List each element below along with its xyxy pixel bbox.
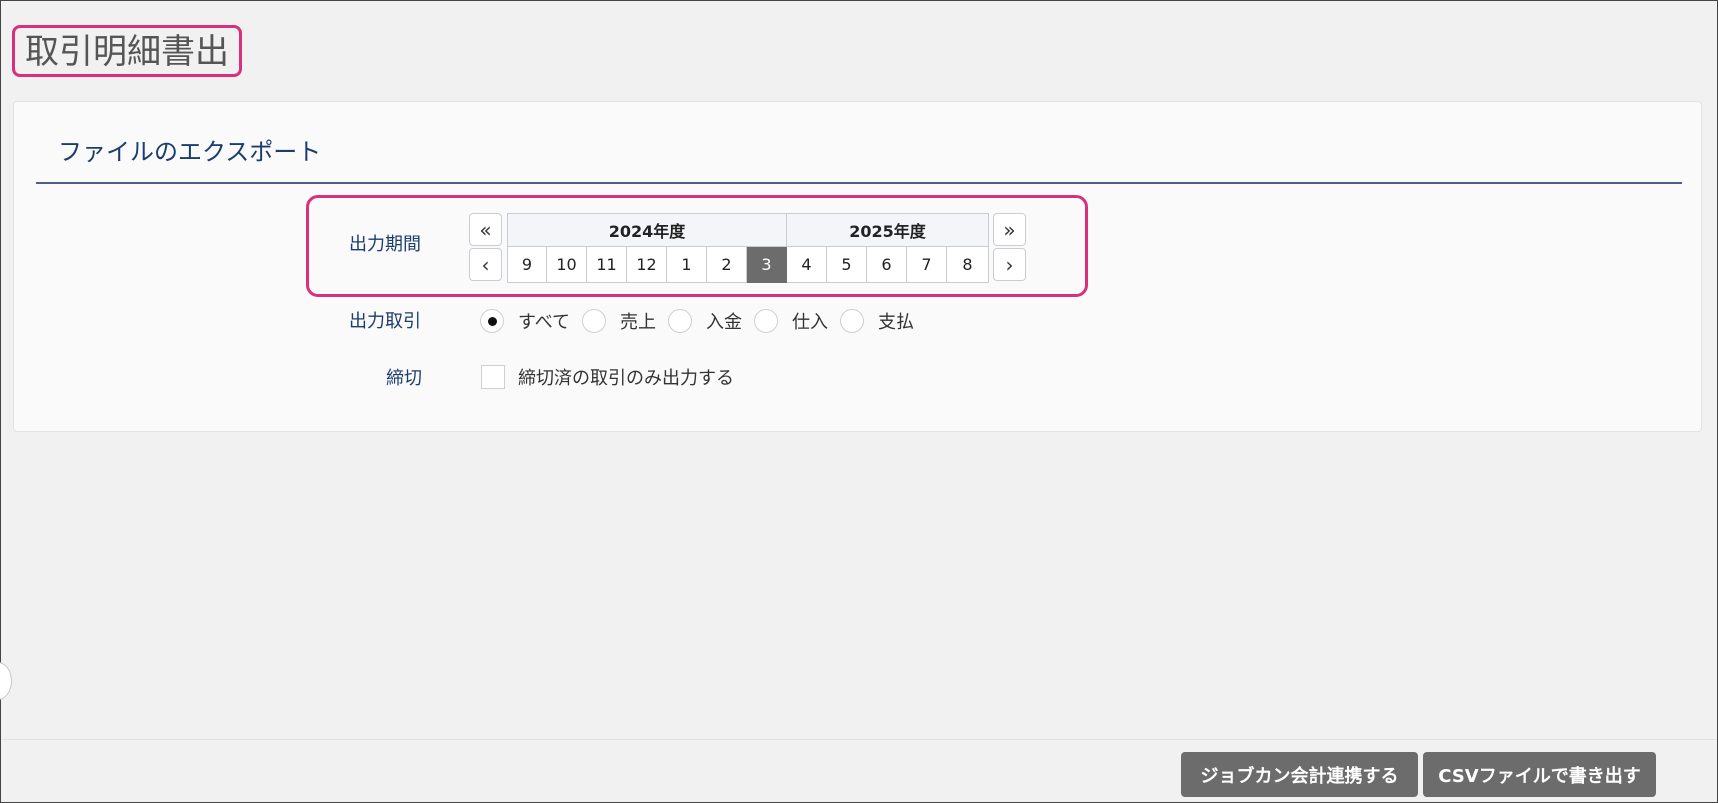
page-title: 取引明細書出 bbox=[12, 25, 242, 77]
closed-only-checkbox[interactable] bbox=[481, 365, 505, 389]
radio-label: 売上 bbox=[620, 312, 657, 333]
first-year-button[interactable]: « bbox=[469, 213, 502, 246]
section-divider bbox=[36, 182, 1682, 184]
year-header-row: 2024年度 2025年度 bbox=[507, 213, 989, 247]
closing-label: 締切 bbox=[386, 368, 422, 389]
radio-label: 入金 bbox=[706, 312, 743, 333]
month-cell-selected[interactable]: 3 bbox=[747, 247, 787, 283]
month-cell[interactable]: 10 bbox=[547, 247, 587, 283]
radio-circle[interactable] bbox=[668, 309, 693, 333]
chevron-left-icon: ‹ bbox=[481, 252, 490, 277]
month-cell[interactable]: 8 bbox=[947, 247, 989, 283]
month-cell[interactable]: 7 bbox=[907, 247, 947, 283]
month-cell[interactable]: 4 bbox=[787, 247, 827, 283]
month-cell[interactable]: 1 bbox=[667, 247, 707, 283]
next-month-button[interactable]: › bbox=[993, 248, 1026, 281]
csv-export-button[interactable]: CSVファイルで書き出す bbox=[1423, 752, 1656, 797]
radio-all[interactable]: すべて bbox=[480, 308, 570, 334]
radio-payment[interactable]: 支払 bbox=[840, 308, 914, 334]
radio-circle[interactable] bbox=[840, 309, 865, 333]
chevron-right-icon: › bbox=[1005, 252, 1014, 277]
export-card: ファイルのエクスポート 出力期間 « ‹ 2024年度 2025年度 9 10 … bbox=[13, 101, 1702, 432]
year-2025: 2025年度 bbox=[787, 213, 989, 247]
radio-label: すべて bbox=[518, 312, 571, 333]
closing-checkbox-row[interactable]: 締切済の取引のみ出力する bbox=[481, 364, 734, 390]
month-row: 9 10 11 12 1 2 3 4 5 6 7 8 bbox=[507, 247, 989, 283]
radio-purchase[interactable]: 仕入 bbox=[754, 308, 828, 334]
transaction-radio-group: すべて 売上 入金 仕入 支払 bbox=[480, 306, 926, 336]
radio-label: 仕入 bbox=[792, 312, 829, 333]
month-cell[interactable]: 9 bbox=[507, 247, 547, 283]
radio-circle[interactable] bbox=[480, 309, 504, 333]
month-cell[interactable]: 2 bbox=[707, 247, 747, 283]
section-title: ファイルのエクスポート bbox=[58, 138, 322, 166]
radio-sales[interactable]: 売上 bbox=[582, 308, 656, 334]
month-cell[interactable]: 12 bbox=[627, 247, 667, 283]
period-label: 出力期間 bbox=[349, 234, 421, 255]
double-chevron-right-icon: » bbox=[1003, 217, 1016, 242]
transaction-label: 出力取引 bbox=[349, 311, 421, 332]
radio-circle[interactable] bbox=[754, 309, 779, 333]
radio-selected-dot bbox=[487, 316, 497, 326]
year-2024: 2024年度 bbox=[507, 213, 787, 247]
radio-label: 支払 bbox=[878, 312, 915, 333]
radio-receipt[interactable]: 入金 bbox=[668, 308, 742, 334]
footer-divider bbox=[1, 739, 1717, 740]
prev-month-button[interactable]: ‹ bbox=[469, 248, 502, 281]
last-year-button[interactable]: » bbox=[993, 213, 1026, 246]
jobcan-link-button[interactable]: ジョブカン会計連携する bbox=[1181, 752, 1418, 797]
month-cell[interactable]: 11 bbox=[587, 247, 627, 283]
double-chevron-left-icon: « bbox=[479, 217, 492, 242]
month-cell[interactable]: 5 bbox=[827, 247, 867, 283]
checkbox-label: 締切済の取引のみ出力する bbox=[518, 368, 734, 389]
month-cell[interactable]: 6 bbox=[867, 247, 907, 283]
radio-circle[interactable] bbox=[582, 309, 607, 333]
